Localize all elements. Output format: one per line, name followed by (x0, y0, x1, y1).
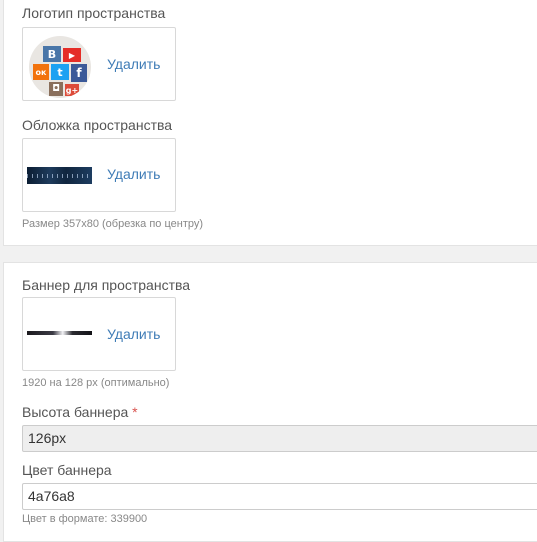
banner-upload-box[interactable]: Удалить (22, 297, 176, 371)
delete-cover-link[interactable]: Удалить (107, 166, 160, 182)
banner-size-hint: 1920 на 128 px (оптимально) (22, 377, 170, 389)
google-plus-icon: g+ (65, 84, 79, 96)
vk-icon: В (43, 46, 61, 62)
twitter-icon: t (51, 64, 69, 80)
banner-height-input[interactable]: 126px (22, 425, 537, 452)
banner-color-input[interactable]: 4a76a8 (22, 483, 537, 510)
logo-thumbnail: В ▶ ок t f g+ ◘ (29, 36, 91, 98)
delete-banner-link[interactable]: Удалить (107, 326, 160, 342)
cover-upload-box[interactable]: Удалить (22, 138, 176, 212)
space-settings-panel: Логотип пространства В ▶ ок t f g+ ◘ Уда… (3, 0, 537, 246)
logo-label: Логотип пространства (22, 5, 166, 21)
delete-logo-link[interactable]: Удалить (107, 56, 160, 72)
cover-label: Обложка пространства (22, 117, 173, 133)
cover-size-hint: Размер 357х80 (обрезка по центру) (22, 218, 204, 230)
odnoklassniki-icon: ок (33, 64, 49, 80)
banner-height-label: Высота баннера * (22, 404, 138, 420)
logo-upload-box[interactable]: В ▶ ок t f g+ ◘ Удалить (22, 27, 176, 101)
instagram-icon: ◘ (49, 82, 63, 96)
banner-thumbnail (27, 331, 92, 335)
youtube-icon: ▶ (63, 48, 81, 62)
facebook-icon: f (71, 64, 87, 82)
banner-color-hint: Цвет в формате: 339900 (22, 513, 148, 525)
banner-height-label-text: Высота баннера (22, 404, 129, 420)
banner-settings-panel: Баннер для пространства Удалить 1920 на … (3, 262, 537, 542)
cover-thumbnail (27, 167, 92, 184)
banner-label: Баннер для пространства (22, 277, 191, 293)
required-mark: * (132, 404, 138, 420)
banner-color-label: Цвет баннера (22, 462, 112, 478)
